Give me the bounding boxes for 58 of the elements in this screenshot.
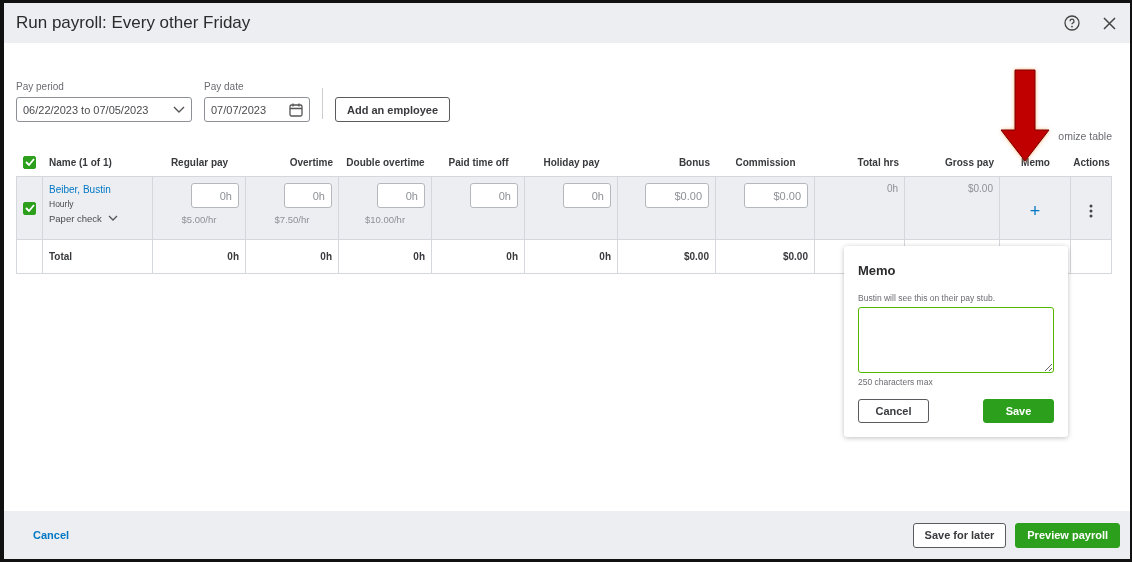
pay-rate: $10.00/hr [364,214,406,225]
chevron-down-icon[interactable] [173,105,185,114]
memo-textarea[interactable] [858,307,1054,373]
pay-type: Hourly [49,199,75,209]
help-icon[interactable] [1064,15,1080,31]
save-for-later-button[interactable]: Save for later [912,522,1007,548]
column-header: Bonus [678,156,710,168]
total-value: 0h [413,251,425,262]
table-cell: $0.00 [967,183,993,194]
memo-hint: Bustin will see this on their pay stub. [858,293,996,303]
cancel-link[interactable]: Cancel [33,529,70,541]
hours-input[interactable]: 0h [377,183,425,208]
total-value: 0h [227,251,239,262]
chevron-down-icon[interactable] [107,215,118,222]
column-header: Double overtime [346,156,425,168]
pay-rate: $5.00/hr [181,214,217,225]
total-value: 0h [506,251,518,262]
add-employee-button[interactable]: Add an employee [335,97,451,122]
column-header: Overtime [289,156,333,168]
add-memo-button[interactable]: + [1029,202,1041,220]
column-header: Holiday pay [543,156,600,168]
hours-input[interactable]: 0h [470,183,518,208]
hours-input[interactable]: 0h [284,183,332,208]
pay-rate: $7.50/hr [274,214,310,225]
column-header: Actions [1073,156,1110,168]
calendar-icon[interactable] [289,102,303,117]
checkbox[interactable] [23,155,36,169]
total-value: $0.00 [782,251,808,262]
total-label: Total [49,251,73,262]
table-cell: 0h [886,183,898,194]
total-value: $0.00 [683,251,709,262]
popover-title: Memo [858,263,897,278]
column-header: Total hrs [857,156,899,168]
character-limit: 250 characters max [858,377,934,387]
total-value: 0h [599,251,611,262]
column-header: Gross pay [945,156,994,168]
checkbox[interactable] [23,201,36,215]
pay-period-dropdown[interactable]: 06/22/2023 to 07/05/2023 [16,97,192,122]
customize-table-link[interactable]: omize table [1058,130,1112,148]
hours-input[interactable]: 0h [191,183,239,208]
amount-input[interactable]: $0.00 [645,183,709,208]
payment-method-dropdown[interactable]: Paper check [49,213,146,224]
column-header: Memo [1021,156,1050,168]
column-header: Paid time off [448,156,509,168]
more-options-icon[interactable] [1089,204,1093,218]
amount-input[interactable]: $0.00 [744,183,808,208]
close-icon[interactable] [1103,16,1116,30]
column-header: Commission [735,156,796,168]
column-header: Name (1 of 1) [49,156,112,168]
total-value: 0h [320,251,332,262]
employee-name-link[interactable]: Beiber, Bustin [49,184,146,195]
window-title: Run payroll: Every other Friday [16,13,251,33]
field-label: Pay date [204,81,245,92]
hours-input[interactable]: 0h [563,183,611,208]
column-header: Regular pay [170,156,229,168]
cancel-button[interactable]: Cancel [858,399,929,423]
pay-date-field[interactable]: 07/07/2023 [204,97,310,122]
field-label: Pay period [16,81,65,92]
